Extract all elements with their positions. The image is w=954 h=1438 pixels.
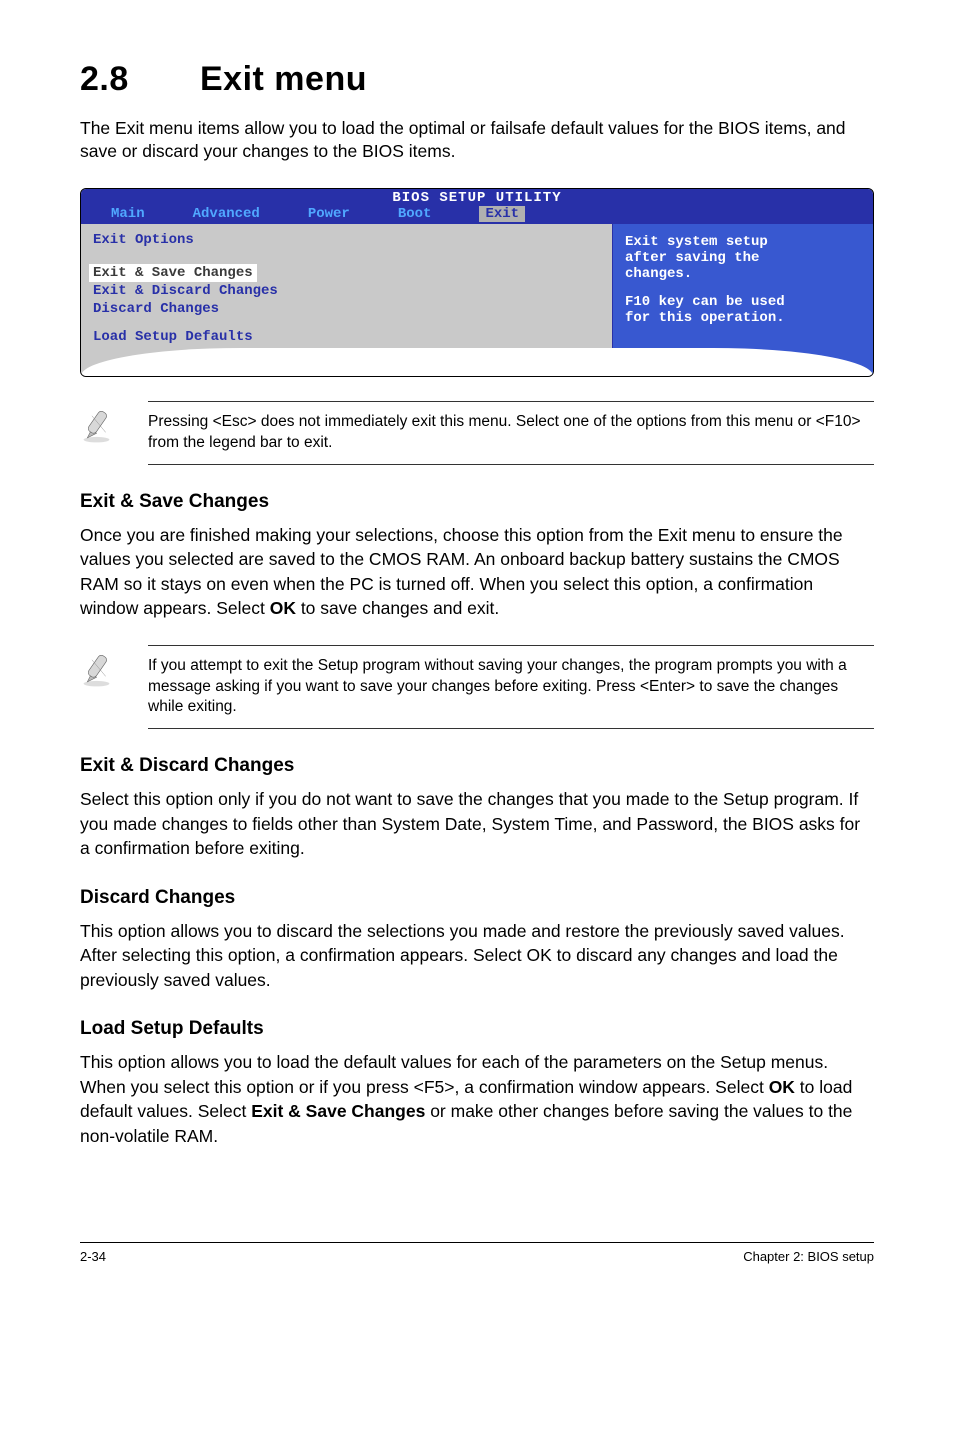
body-load-defaults: This option allows you to load the defau… — [80, 1050, 874, 1148]
page-footer: 2-34 Chapter 2: BIOS setup — [80, 1242, 874, 1294]
bios-help-line: changes. — [625, 266, 861, 282]
bios-tab-advanced: Advanced — [163, 206, 278, 222]
bios-right-pane: Exit system setup after saving the chang… — [613, 224, 873, 376]
bios-tab-power: Power — [278, 206, 368, 222]
bios-option-discard: Discard Changes — [93, 300, 600, 318]
bios-option-exit-discard: Exit & Discard Changes — [93, 282, 600, 300]
page-number: 2-34 — [80, 1249, 106, 1264]
note-block: If you attempt to exit the Setup program… — [80, 645, 874, 730]
section-title: Exit menu — [200, 60, 367, 98]
chapter-label: Chapter 2: BIOS setup — [743, 1249, 874, 1264]
body-discard: This option allows you to discard the se… — [80, 919, 874, 993]
bios-left-pane: Exit Options Exit & Save Changes Exit & … — [81, 224, 613, 376]
subhead-exit-discard: Exit & Discard Changes — [80, 755, 874, 777]
bios-help-line: F10 key can be used — [625, 294, 861, 310]
bios-tab-exit: Exit — [479, 206, 525, 222]
note-text: Pressing <Esc> does not immediately exit… — [148, 401, 874, 465]
bios-tab-main: Main — [81, 206, 163, 222]
bios-title: BIOS SETUP UTILITY — [81, 189, 873, 206]
bios-option-exit-save: Exit & Save Changes — [89, 264, 257, 282]
bios-option-load-defaults: Load Setup Defaults — [93, 328, 600, 346]
bios-help-line: for this operation. — [625, 310, 861, 326]
body-exit-save: Once you are finished making your select… — [80, 523, 874, 621]
subhead-load-defaults: Load Setup Defaults — [80, 1018, 874, 1040]
body-exit-discard: Select this option only if you do not wa… — [80, 787, 874, 861]
bios-screenshot: BIOS SETUP UTILITY Main Advanced Power B… — [80, 188, 874, 377]
subhead-exit-save: Exit & Save Changes — [80, 491, 874, 513]
bios-tab-boot: Boot — [368, 206, 450, 222]
section-heading: 2.8Exit menu — [80, 60, 874, 99]
intro-paragraph: The Exit menu items allow you to load th… — [80, 117, 874, 164]
note-block: Pressing <Esc> does not immediately exit… — [80, 401, 874, 465]
pencil-icon — [80, 645, 126, 696]
bios-tab-row: Main Advanced Power Boot Exit — [81, 206, 873, 224]
bios-help-line: Exit system setup — [625, 234, 861, 250]
bios-help-line: after saving the — [625, 250, 861, 266]
section-number: 2.8 — [80, 60, 200, 99]
pencil-icon — [80, 401, 126, 452]
subhead-discard: Discard Changes — [80, 887, 874, 909]
bios-exit-options-label: Exit Options — [93, 232, 600, 248]
note-text: If you attempt to exit the Setup program… — [148, 645, 874, 730]
bios-body: Exit Options Exit & Save Changes Exit & … — [81, 224, 873, 376]
